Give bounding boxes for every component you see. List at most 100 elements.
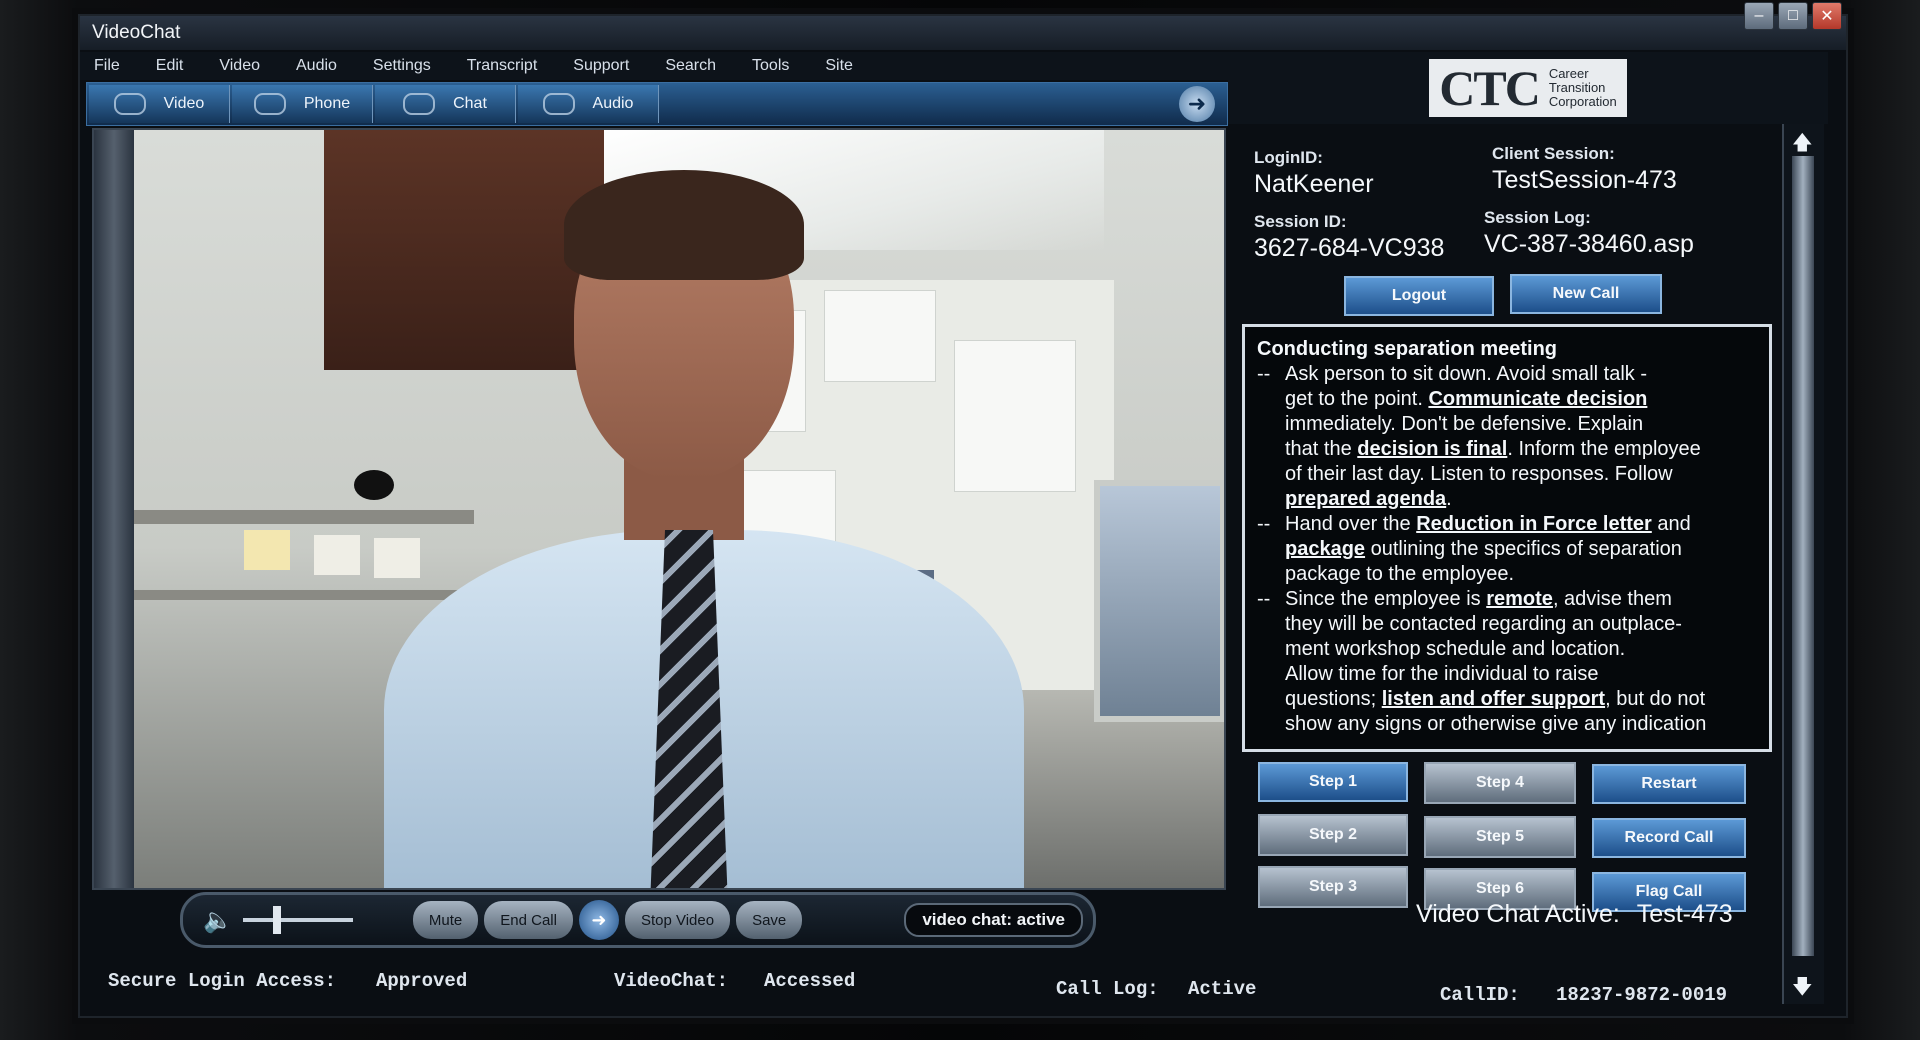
minimize-button[interactable]: –	[1744, 2, 1774, 30]
script-line: questions; listen and offer support, but…	[1285, 688, 1706, 710]
script-line: Allow time for the individual to raise	[1285, 663, 1599, 685]
script-line: get to the point. Communicate decision	[1285, 388, 1648, 410]
logo-text: Career Transition Corporation	[1549, 67, 1617, 109]
video-chat-active-value: Test-473	[1636, 900, 1733, 928]
listen-support-link[interactable]: listen and offer support	[1382, 688, 1605, 710]
chat-mode-button[interactable]: Chat	[375, 85, 516, 123]
script-line: that the decision is final. Inform the e…	[1285, 438, 1701, 460]
window-title: VideoChat	[92, 22, 181, 43]
caller-hair	[564, 170, 804, 280]
video-scene	[134, 130, 1224, 888]
logo-line2: Transition	[1548, 80, 1606, 95]
step-4-button[interactable]: Step 4	[1424, 762, 1576, 804]
phone-mode-label: Phone	[303, 95, 351, 112]
video-mode-button[interactable]: Video	[89, 85, 230, 123]
phone-icon	[253, 93, 286, 115]
mute-button[interactable]: Mute	[412, 901, 479, 939]
scroll-down-icon[interactable]: 🡇	[1792, 972, 1813, 1006]
new-call-button[interactable]: New Call	[1510, 274, 1662, 314]
volume-icon[interactable]: 🔈	[203, 906, 233, 935]
mode-toolbar: Video Phone Chat Audio ➜	[86, 82, 1228, 126]
call-log-label: Call Log:	[1056, 978, 1159, 1000]
maximize-button[interactable]: □	[1778, 2, 1808, 30]
menu-search[interactable]: Search	[665, 57, 716, 75]
communicate-decision-link[interactable]: Communicate decision	[1428, 388, 1647, 410]
stop-video-button[interactable]: Stop Video	[624, 901, 731, 939]
call-id-value: 18237-9872-0019	[1556, 984, 1728, 1006]
secure-login-label: Secure Login Access:	[108, 970, 337, 992]
step-3-button[interactable]: Step 3	[1258, 866, 1408, 908]
status-footer: Secure Login Access: Approved VideoChat:…	[80, 952, 1780, 1012]
logout-button[interactable]: Logout	[1344, 276, 1494, 316]
secure-login-value: Approved	[376, 970, 468, 992]
menu-video[interactable]: Video	[219, 57, 260, 75]
logo-mark: CTC	[1439, 60, 1541, 116]
step-2-button[interactable]: Step 2	[1258, 814, 1408, 856]
right-scrollbar[interactable]: 🡅 🡇	[1782, 124, 1824, 1004]
window-controls: – □ ✕	[1744, 2, 1842, 30]
script-line: -- Hand over the Reduction in Force lette…	[1257, 513, 1691, 535]
package-link[interactable]: package	[1285, 538, 1365, 560]
volume-slider-knob[interactable]	[272, 906, 281, 934]
videochat-value: Accessed	[764, 970, 856, 992]
scrollbar-track[interactable]	[1792, 156, 1814, 956]
call-control-bar: 🔈 Mute End Call ➜ Stop Video Save video …	[180, 892, 1096, 948]
script-guidance-box: Conducting separation meeting -- Ask pers…	[1242, 324, 1772, 752]
forward-arrow-icon[interactable]: ➜	[1179, 86, 1215, 122]
login-id-value: NatKeener	[1254, 170, 1374, 198]
videochat-window: VideoChat – □ ✕ File Edit Video Audio Se…	[78, 2, 1848, 1018]
script-line: ment workshop schedule and location.	[1285, 638, 1626, 660]
menu-audio[interactable]: Audio	[296, 57, 337, 75]
video-mode-label: Video	[163, 95, 205, 112]
close-button[interactable]: ✕	[1812, 2, 1842, 30]
call-id-label: CallID:	[1440, 984, 1520, 1006]
script-line: immediately. Don't be defensive. Explain	[1285, 413, 1644, 435]
video-chat-active: Video Chat Active: Test-473	[1416, 900, 1733, 929]
video-feed	[92, 128, 1226, 890]
decision-final-link[interactable]: decision is final	[1357, 438, 1507, 460]
script-line: of their last day. Listen to responses. …	[1285, 463, 1673, 485]
step-1-button[interactable]: Step 1	[1258, 762, 1408, 802]
prepared-agenda-link[interactable]: prepared agenda	[1285, 488, 1446, 510]
rif-letter-link[interactable]: Reduction in Force letter	[1416, 513, 1652, 535]
menu-bar: File Edit Video Audio Settings Transcrip…	[80, 52, 1230, 80]
menu-transcript[interactable]: Transcript	[467, 57, 538, 75]
videochat-label: VideoChat:	[614, 970, 729, 992]
menu-settings[interactable]: Settings	[373, 57, 431, 75]
save-button[interactable]: Save	[736, 901, 803, 939]
chat-mode-label: Chat	[453, 95, 487, 112]
ctc-logo: CTC Career Transition Corporation	[1429, 59, 1627, 117]
play-arrow-icon[interactable]: ➜	[578, 900, 619, 940]
restart-button[interactable]: Restart	[1592, 764, 1746, 804]
audio-mode-button[interactable]: Audio	[518, 85, 659, 123]
logo-line1: Career	[1548, 66, 1589, 81]
audio-mode-label: Audio	[592, 95, 634, 112]
phone-mode-button[interactable]: Phone	[232, 85, 373, 123]
remote-link[interactable]: remote	[1486, 588, 1553, 610]
script-line: -- Ask person to sit down. Avoid small ta…	[1257, 363, 1648, 385]
desk-lamp	[354, 470, 394, 500]
menu-file[interactable]: File	[94, 57, 120, 75]
caller-person	[384, 170, 1024, 888]
script-line: package outlining the specifics of separ…	[1285, 538, 1682, 560]
session-log-label: Session Log:	[1484, 208, 1591, 227]
menu-site[interactable]: Site	[825, 57, 853, 75]
sticky-note	[374, 538, 420, 578]
menu-edit[interactable]: Edit	[156, 57, 184, 75]
volume-slider[interactable]	[242, 906, 353, 934]
end-call-button[interactable]: End Call	[484, 901, 573, 939]
step-5-button[interactable]: Step 5	[1424, 816, 1576, 858]
video-chat-active-label: Video Chat Active:	[1416, 900, 1620, 928]
record-call-button[interactable]: Record Call	[1592, 818, 1746, 858]
session-log-value: VC-387-38460.asp	[1484, 230, 1694, 258]
session-id-label: Session ID:	[1254, 212, 1347, 231]
title-bar: VideoChat	[80, 16, 1846, 50]
menu-tools[interactable]: Tools	[752, 57, 789, 75]
menu-support[interactable]: Support	[573, 57, 629, 75]
video-side-handle[interactable]	[94, 130, 134, 888]
video-chat-status: video chat: active	[904, 903, 1083, 937]
background-monitor	[1094, 480, 1224, 722]
shelf	[134, 510, 474, 524]
script-title: Conducting separation meeting	[1257, 338, 1558, 360]
camera-icon	[113, 93, 146, 115]
